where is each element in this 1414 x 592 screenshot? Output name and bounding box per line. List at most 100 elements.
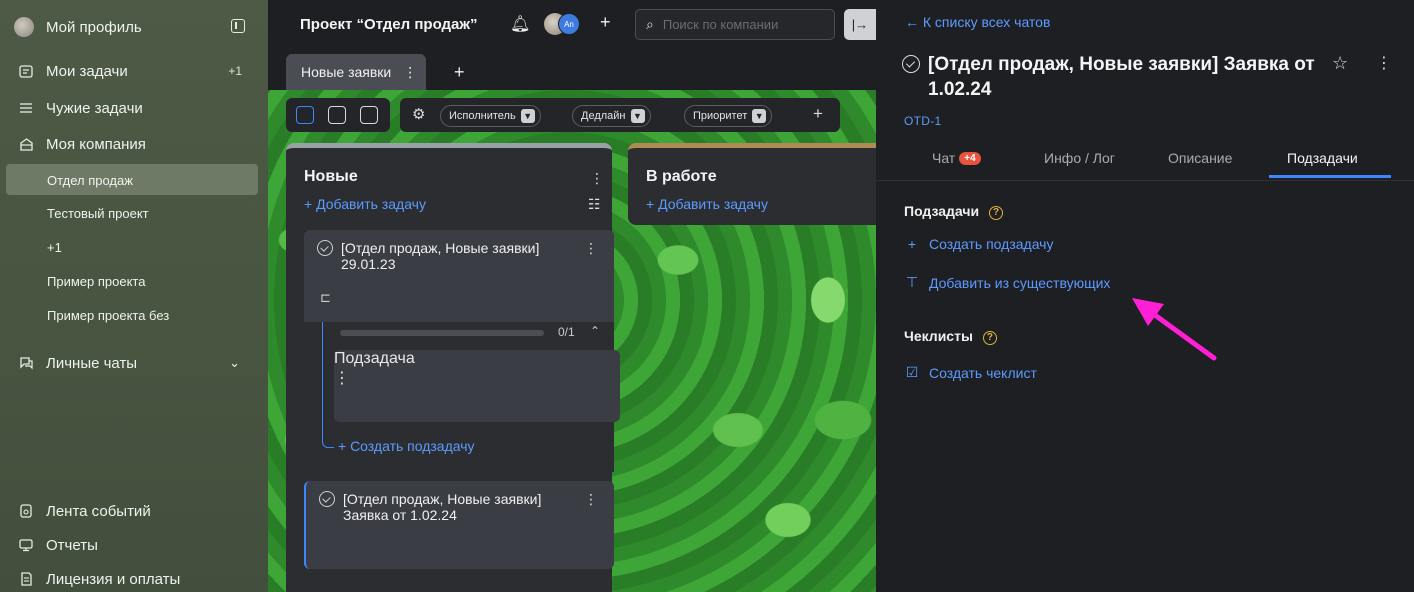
create-subtask-button[interactable]: + Создать подзадачу — [338, 438, 475, 454]
feed-icon — [18, 503, 34, 519]
active-tab-indicator — [1269, 175, 1391, 178]
task-detail-panel: ← К списку всех чатов [Отдел продаж, Нов… — [876, 0, 1414, 592]
check-circle-icon[interactable] — [902, 55, 920, 73]
subtask-progress-bar — [340, 330, 544, 336]
column-settings-icon[interactable]: ☷ — [588, 196, 601, 213]
add-task-button[interactable]: + Добавить задачу — [646, 196, 768, 212]
divider — [876, 180, 1414, 181]
task-card[interactable]: [Отдел продаж, Новые заявки] Заявка от 1… — [304, 481, 614, 569]
avatar: An — [558, 13, 580, 35]
chevron-up-icon[interactable]: ⌃ — [590, 324, 600, 338]
add-task-button[interactable]: + Добавить задачу — [304, 196, 426, 212]
sidebar-item-label: Личные чаты — [46, 354, 138, 372]
avatar — [14, 17, 34, 37]
tab-new-requests[interactable]: Новые заявки ⋮ — [286, 54, 426, 90]
check-circle-icon[interactable] — [317, 240, 333, 256]
sidebar-project-item[interactable]: Отдел продаж — [47, 165, 133, 195]
task-title: [Отдел продаж, Новые заявки] Заявка от 1… — [343, 491, 542, 523]
filter-label: Приоритет — [693, 110, 748, 122]
monitor-icon — [18, 537, 34, 553]
collapse-panel-button[interactable]: |→ — [844, 9, 876, 40]
filter-funnel-icon: ▼ — [752, 109, 767, 123]
project-title: Проект “Отдел продаж” — [300, 16, 478, 33]
tab-info-log[interactable]: Инфо / Лог — [1044, 150, 1115, 166]
sidebar-project-item[interactable]: Тестовый проект — [47, 198, 149, 228]
section-title-text: Подзадачи — [904, 203, 980, 219]
tab-description[interactable]: Описание — [1168, 150, 1232, 166]
create-checklist-link[interactable]: ☑ Создать чеклист — [904, 364, 1037, 381]
check-circle-icon[interactable] — [319, 491, 335, 507]
sidebar-project-item[interactable]: Пример проекта без — [47, 300, 169, 330]
checklists-section-title: Чеклисты? — [904, 328, 997, 345]
subtasks-section-title: Подзадачи? — [904, 203, 1004, 220]
tab-subtasks[interactable]: Подзадачи — [1287, 150, 1358, 166]
filter-priority[interactable]: Приоритет ▼ — [684, 105, 773, 127]
add-member-icon[interactable]: + — [600, 12, 611, 33]
more-vertical-icon[interactable]: ⋮ — [334, 370, 350, 387]
sidebar-item-my-company[interactable]: Моя компания — [0, 127, 268, 161]
create-subtask-link[interactable]: + Создать подзадачу — [904, 236, 1054, 252]
progress-label: 0/1 — [558, 325, 575, 339]
help-icon[interactable]: ? — [982, 331, 997, 345]
filter-label: Дедлайн — [581, 110, 626, 122]
settings-icon[interactable]: ⚙ — [412, 105, 425, 123]
sidebar-collapse-icon[interactable] — [231, 19, 245, 33]
chevron-down-icon[interactable]: ⌄ — [229, 355, 240, 371]
search-input[interactable]: ⌕ Поиск по компании — [635, 9, 835, 40]
bell-icon[interactable]: 🔔︎ — [510, 14, 530, 34]
sidebar-item-label: Моя компания — [46, 135, 146, 153]
more-vertical-icon[interactable]: ⋮ — [584, 491, 598, 508]
task-code[interactable]: OTD-1 — [904, 114, 942, 128]
link-existing-icon: ⊤ — [905, 274, 919, 290]
sidebar-item-label: Чужие задачи — [46, 99, 143, 117]
subtask-card[interactable]: Подзадача ⋮ — [334, 350, 620, 422]
sidebar-item-my-tasks[interactable]: Мои задачи +1 — [0, 54, 268, 88]
task-title: [Отдел продаж, Новые заявки] 29.01.23 — [341, 240, 540, 272]
star-icon[interactable]: ☆ — [1332, 53, 1348, 74]
view-switcher — [286, 98, 390, 132]
filter-label: Исполнитель — [449, 110, 516, 122]
sidebar-item-label: Мой профиль — [46, 18, 142, 36]
sidebar-item-label: Отчеты — [46, 536, 98, 554]
tab-label: Чат — [932, 150, 956, 166]
subtasks-tree-icon[interactable]: ⊏ — [320, 290, 331, 306]
sidebar-item-others-tasks[interactable]: Чужие задачи — [0, 91, 268, 125]
add-tab-icon[interactable]: + — [454, 62, 465, 83]
link-label: Создать чеклист — [929, 364, 1037, 381]
kanban-board: Проект “Отдел продаж” 🔔︎ An + ⌕ Поиск по… — [268, 0, 876, 592]
sidebar-item-personal-chats[interactable]: Личные чаты ⌄ — [0, 346, 268, 380]
more-vertical-icon[interactable]: ⋮ — [403, 64, 417, 81]
add-existing-link[interactable]: ⊤ Добавить из существующих — [904, 274, 1111, 291]
filter-deadline[interactable]: Дедлайн ▼ — [572, 105, 651, 127]
more-vertical-icon[interactable]: ⋮ — [584, 240, 598, 257]
project-members[interactable]: An — [544, 13, 590, 35]
board-tabs: Новые заявки ⋮ + — [268, 50, 876, 90]
back-to-chats-link[interactable]: ← К списку всех чатов — [905, 14, 1050, 30]
sidebar-item-events[interactable]: Лента событий — [0, 494, 268, 528]
sidebar-item-profile[interactable]: Мой профиль — [0, 10, 268, 44]
sidebar-item-reports[interactable]: Отчеты — [0, 528, 268, 562]
tab-chat[interactable]: Чат +4 — [932, 150, 981, 166]
add-filter-icon[interactable]: + — [813, 104, 823, 124]
more-vertical-icon[interactable]: ⋮ — [590, 170, 604, 187]
link-label: Добавить из существующих — [929, 274, 1111, 291]
kanban-column-in-progress: В работе + Добавить задачу — [628, 143, 876, 225]
section-title-text: Чеклисты — [904, 328, 973, 344]
kanban-view-icon[interactable] — [296, 106, 314, 124]
sidebar-item-license[interactable]: Лицензия и оплаты — [0, 562, 268, 592]
sidebar-item-label: Лента событий — [46, 502, 151, 520]
filter-assignee[interactable]: Исполнитель ▼ — [440, 105, 541, 127]
sidebar-project-item[interactable]: +1 — [47, 232, 62, 262]
column-title: Новые — [304, 168, 358, 185]
filter-funnel-icon: ▼ — [630, 109, 645, 123]
document-icon — [18, 571, 34, 587]
calendar-view-icon[interactable] — [328, 106, 346, 124]
annotation-arrow — [1132, 298, 1217, 361]
more-vertical-icon[interactable]: ⋮ — [1376, 53, 1392, 73]
tab-label: Новые заявки — [301, 64, 392, 80]
sidebar-project-item[interactable]: Пример проекта — [47, 266, 145, 296]
column-title: В работе — [646, 168, 717, 185]
help-icon[interactable]: ? — [989, 206, 1004, 220]
task-card[interactable]: [Отдел продаж, Новые заявки] 29.01.23 ⋮ … — [304, 230, 614, 322]
list-view-icon[interactable] — [360, 106, 378, 124]
